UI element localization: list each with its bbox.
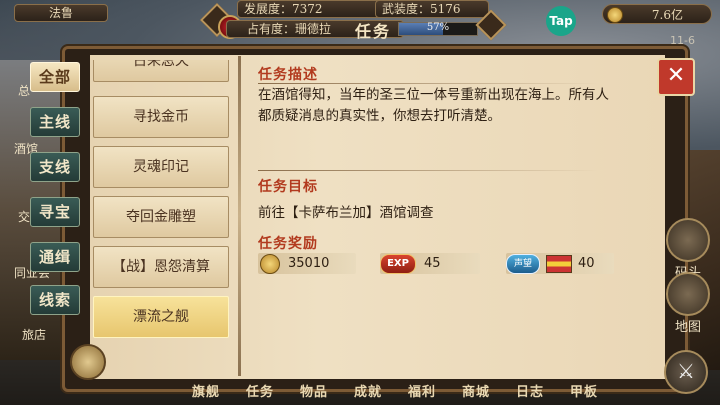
left-label-c[interactable]: 交: [18, 208, 30, 225]
flag-icon: [546, 255, 572, 273]
gold-coin-icon: [260, 254, 280, 274]
nav-shop[interactable]: 商城: [456, 381, 496, 400]
nav-flagship[interactable]: 旗舰: [186, 381, 226, 400]
nav-missions[interactable]: 任务: [240, 381, 280, 400]
nav-deck[interactable]: 甲板: [564, 381, 604, 400]
quest-item[interactable]: 灵魂印记: [93, 146, 229, 188]
player-name[interactable]: 法鲁: [14, 4, 108, 22]
development-stat: 发展度：7372: [237, 0, 383, 18]
quest-item[interactable]: 古来忌天: [93, 60, 229, 82]
nav-items[interactable]: 物品: [294, 381, 334, 400]
quest-item[interactable]: 夺回金雕塑: [93, 196, 229, 238]
reward-gold-value: 35010: [288, 256, 330, 271]
fame-icon: 声望: [506, 254, 540, 274]
reward-exp: EXP 45: [380, 253, 480, 274]
top-bar: 法鲁 发展度：7372 武装度：5176 占有度：珊德拉 任务 57% Tap …: [0, 0, 720, 47]
armament-stat: 武装度：5176: [375, 0, 489, 18]
progress-text: 57%: [426, 22, 450, 33]
reward-fame: 声望 40: [506, 253, 614, 274]
close-button[interactable]: ✕: [657, 58, 695, 96]
mission-title: 任务: [355, 22, 392, 41]
bottom-nav: 旗舰 任务 物品 成就 福利 商城 日志 甲板: [186, 381, 618, 400]
tab-wanted[interactable]: 通缉: [30, 242, 80, 272]
quest-item[interactable]: 【战】恩怨清算: [93, 246, 229, 288]
quest-list[interactable]: 古来忌天 寻找金币 灵魂印记 夺回金雕塑 【战】恩怨清算 漂流之舰: [93, 60, 229, 350]
panel-divider: [238, 56, 241, 376]
quest-item[interactable]: 寻找金币: [93, 96, 229, 138]
description-underline: [258, 83, 598, 84]
quest-description: 在酒馆得知，当年的圣三位一体号重新出现在海上。所有人都质疑消息的真实性，你想去打…: [258, 87, 609, 124]
reward-fame-value: 40: [578, 256, 595, 271]
left-label-a[interactable]: 总: [18, 82, 30, 99]
map-label: 地图: [674, 320, 701, 335]
exp-icon: EXP: [380, 254, 416, 274]
gold-coin-icon: [607, 7, 623, 23]
quest-item-selected[interactable]: 漂流之舰: [93, 296, 229, 338]
map-icon: [666, 272, 710, 316]
reward-exp-value: 45: [424, 256, 441, 271]
tab-main[interactable]: 主线: [30, 107, 80, 137]
gold-counter[interactable]: 7.6亿: [602, 4, 712, 24]
description-title: 任务描述: [258, 67, 318, 83]
left-label-inn[interactable]: 旅店: [22, 326, 46, 343]
tab-clue[interactable]: 线索: [30, 285, 80, 315]
reward-gold: 35010: [258, 253, 356, 274]
target-separator: [258, 170, 598, 171]
compass-icon[interactable]: [70, 344, 106, 380]
map-button[interactable]: 地图: [662, 272, 714, 335]
tab-side[interactable]: 支线: [30, 152, 80, 182]
reward-title: 任务奖励: [258, 236, 318, 252]
nav-achievements[interactable]: 成就: [348, 381, 388, 400]
crossed-swords-icon[interactable]: ⚔: [664, 350, 708, 394]
mission-progress-bar: 57%: [398, 22, 478, 36]
dock-icon: [666, 218, 710, 262]
target-title: 任务目标: [258, 179, 318, 195]
tab-treasure[interactable]: 寻宝: [30, 197, 80, 227]
nav-welfare[interactable]: 福利: [402, 381, 442, 400]
quest-target: 前往【卡萨布兰加】酒馆调查: [258, 205, 434, 221]
tab-all[interactable]: 全部: [30, 62, 80, 92]
gold-value: 7.6亿: [651, 8, 683, 22]
tap-button[interactable]: Tap: [546, 6, 576, 36]
nav-log[interactable]: 日志: [510, 381, 550, 400]
